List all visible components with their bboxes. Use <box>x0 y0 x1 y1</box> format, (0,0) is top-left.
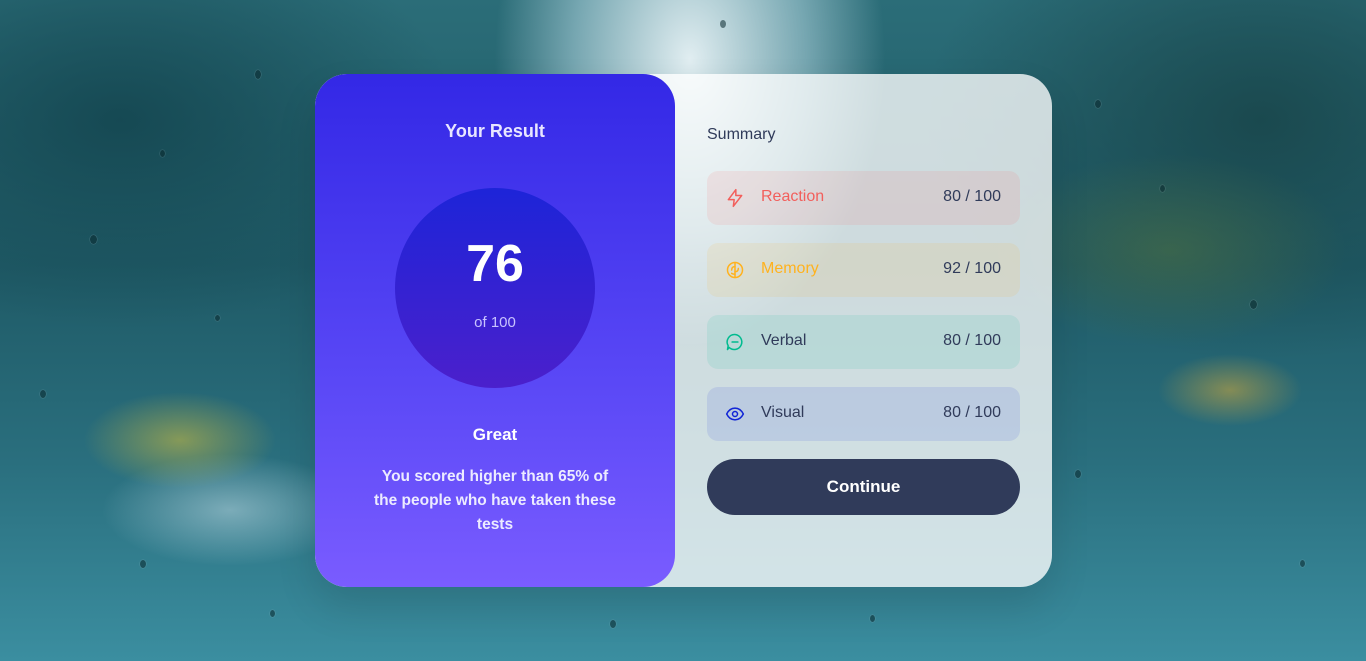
result-title: Your Result <box>445 121 545 141</box>
summary-title: Summary <box>707 126 776 143</box>
result-description: You scored higher than 65% of the people… <box>373 468 617 533</box>
summary-item-score: 92 / 100 <box>943 260 1001 277</box>
summary-item-score: 80 / 100 <box>943 332 1001 349</box>
raindrop <box>1250 300 1257 309</box>
raindrop <box>870 615 875 622</box>
summary-item-memory: Memory 92 / 100 <box>707 243 1020 297</box>
summary-item-reaction: Reaction 80 / 100 <box>707 171 1020 225</box>
raindrop <box>1160 185 1165 192</box>
raindrop <box>90 235 97 244</box>
raindrop <box>1095 100 1101 108</box>
rating-label: Great <box>472 425 518 444</box>
summary-panel: Summary Reaction 80 / 100 Memory 92 / 10… <box>707 74 1020 587</box>
score-max: of 100 <box>474 314 516 331</box>
result-panel: Your Result 76 of 100 Great You scored h… <box>315 74 675 587</box>
raindrop <box>1300 560 1305 567</box>
summary-item-verbal: Verbal 80 / 100 <box>707 315 1020 369</box>
raindrop <box>215 315 220 321</box>
raindrop <box>40 390 46 398</box>
raindrop <box>720 20 726 28</box>
summary-item-label: Visual <box>761 404 805 421</box>
lightning-icon <box>727 188 743 208</box>
score-circle: 76 of 100 <box>395 188 595 388</box>
summary-item-visual: Visual 80 / 100 <box>707 387 1020 441</box>
summary-item-score: 80 / 100 <box>943 188 1001 205</box>
score-value: 76 <box>466 235 524 293</box>
raindrop <box>270 610 275 617</box>
summary-item-score: 80 / 100 <box>943 404 1001 421</box>
raindrop <box>1075 470 1081 478</box>
eye-icon <box>725 407 745 421</box>
raindrop <box>255 70 261 79</box>
results-card: Your Result 76 of 100 Great You scored h… <box>315 74 1052 587</box>
summary-item-label: Memory <box>761 260 819 277</box>
continue-button[interactable]: Continue <box>707 459 1020 515</box>
brain-icon <box>726 261 744 279</box>
raindrop <box>140 560 146 568</box>
raindrop <box>160 150 165 157</box>
raindrop <box>610 620 616 628</box>
summary-item-label: Reaction <box>761 188 825 205</box>
summary-item-label: Verbal <box>761 332 807 349</box>
chat-bubble-icon <box>726 333 743 351</box>
